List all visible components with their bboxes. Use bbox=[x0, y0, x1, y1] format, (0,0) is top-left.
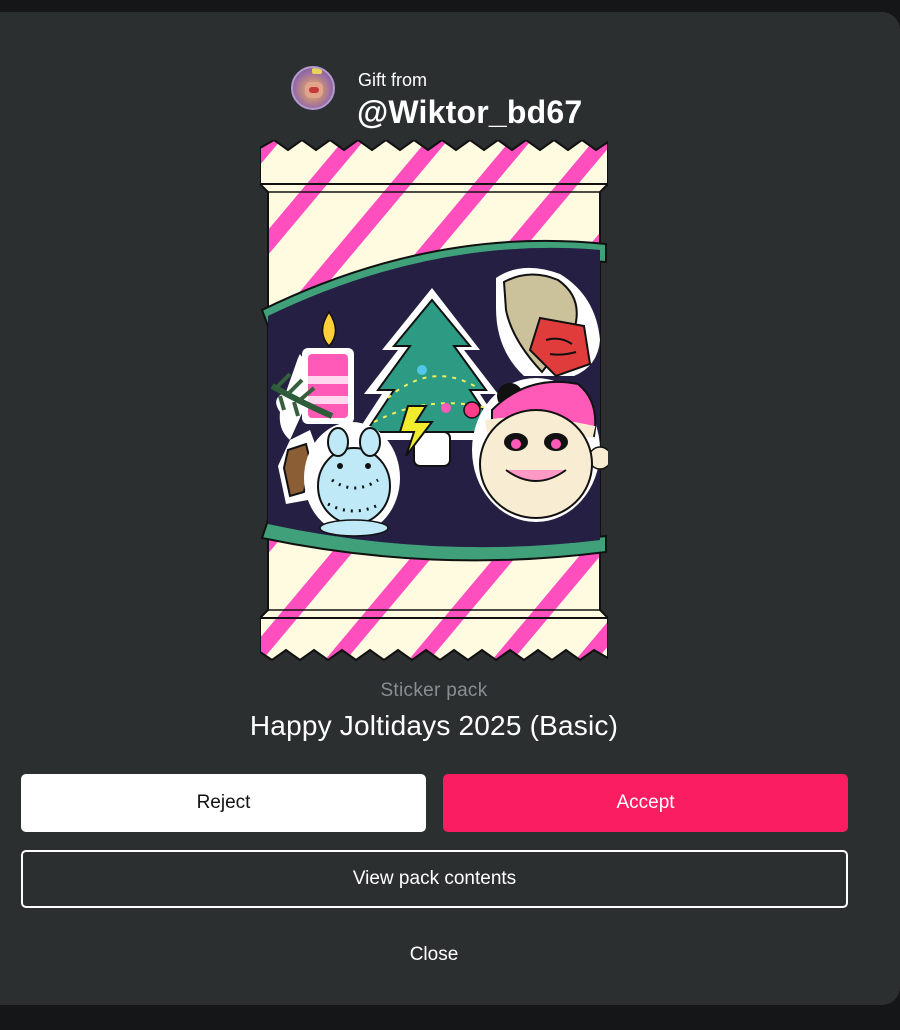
gift-sender: Gift from @Wiktor_bd67 bbox=[290, 60, 650, 130]
sticker-pack-wrapper bbox=[260, 140, 608, 662]
sender-username: @Wiktor_bd67 bbox=[357, 94, 583, 130]
sender-avatar bbox=[291, 66, 335, 110]
avatar-mark bbox=[309, 87, 319, 93]
reject-button[interactable]: Reject bbox=[21, 774, 426, 832]
avatar-crown bbox=[312, 68, 322, 74]
gift-modal: Gift from @Wiktor_bd67 Sticker pack Happ… bbox=[0, 12, 900, 1005]
close-button[interactable]: Close bbox=[334, 930, 534, 980]
pack-type-label: Sticker pack bbox=[380, 680, 488, 701]
pack-title: Happy Joltidays 2025 (Basic) bbox=[249, 710, 619, 741]
gift-from-label: Gift from bbox=[358, 70, 428, 90]
view-pack-contents-button[interactable]: View pack contents bbox=[21, 850, 848, 908]
accept-button[interactable]: Accept bbox=[443, 774, 848, 832]
